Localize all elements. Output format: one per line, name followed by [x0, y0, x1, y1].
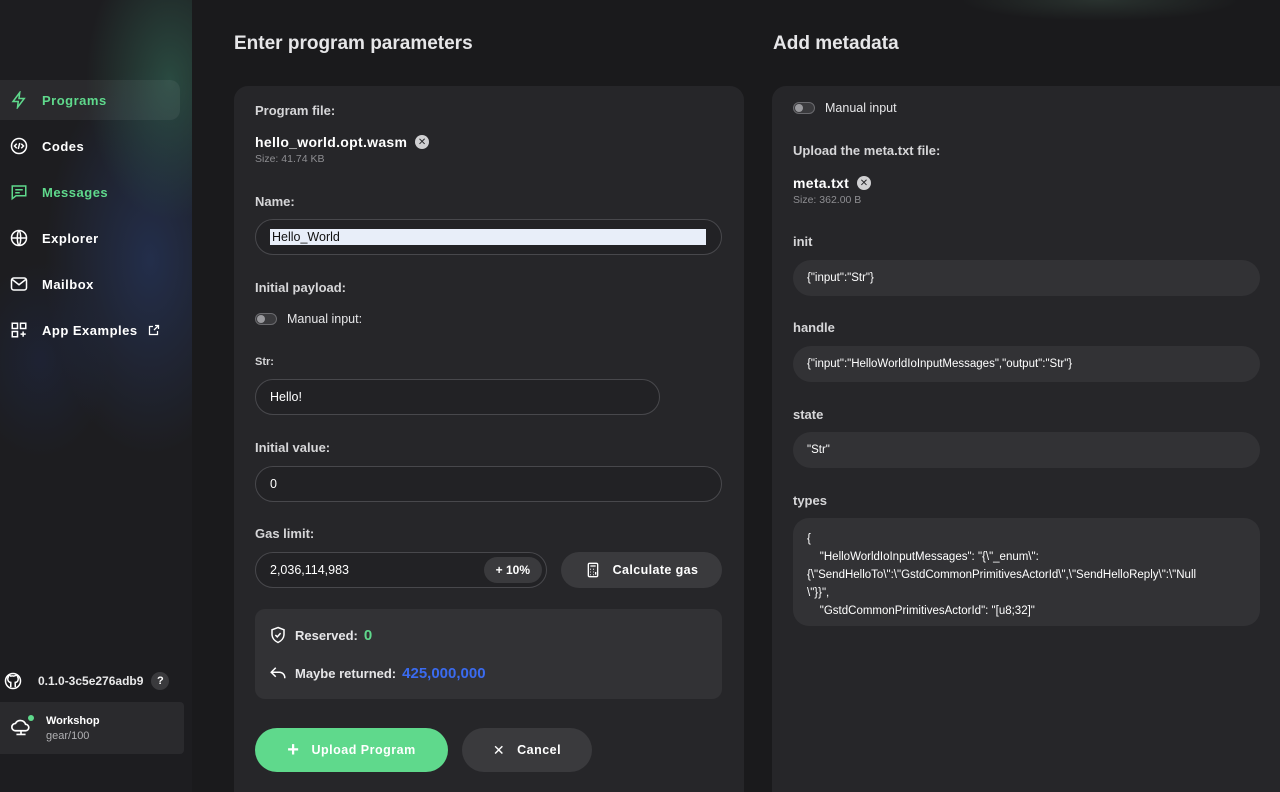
maybe-returned-row: Maybe returned: 425,000,000: [269, 664, 486, 682]
sidebar-item-label: Mailbox: [42, 276, 94, 292]
init-label: init: [793, 234, 813, 249]
metadata-title: Add metadata: [773, 33, 899, 54]
sidebar: Programs Codes Messages Explorer Mailbox…: [0, 0, 192, 792]
reserved-row: Reserved: 0: [269, 626, 372, 644]
meta-file-name: meta.txt ✕: [793, 175, 872, 191]
sidebar-item-programs[interactable]: Programs: [0, 80, 180, 120]
gas-plus-10-button[interactable]: + 10%: [483, 557, 542, 583]
name-field[interactable]: [255, 219, 722, 255]
calculate-gas-button[interactable]: Calculate gas: [561, 552, 722, 588]
program-file-size: Size: 41.74 KB: [255, 153, 325, 165]
types-field: { "HelloWorldIoInputMessages": "{\"_enum…: [793, 518, 1260, 626]
mail-icon: [10, 275, 28, 293]
version-info: 0.1.0-3c5e276adb9 ?: [4, 672, 170, 690]
sidebar-item-codes[interactable]: Codes: [0, 126, 180, 166]
github-icon[interactable]: [4, 672, 22, 690]
sidebar-item-label: Messages: [42, 184, 109, 200]
node-selector[interactable]: Workshop gear/100: [0, 702, 184, 754]
toggle-label: Manual input:: [287, 312, 363, 326]
name-label: Name:: [255, 194, 295, 209]
metadata-panel: Manual input Upload the meta.txt file: m…: [772, 86, 1280, 792]
toggle-knob: [795, 104, 803, 112]
initial-value-input[interactable]: [270, 477, 721, 491]
remove-meta-file-icon[interactable]: ✕: [857, 176, 872, 190]
program-file-name-text: hello_world.opt.wasm: [255, 134, 408, 150]
shield-check-icon: [269, 626, 287, 644]
payload-manual-input-toggle[interactable]: Manual input:: [255, 312, 362, 326]
app-root: Programs Codes Messages Explorer Mailbox…: [0, 0, 1280, 792]
sidebar-item-label: Explorer: [42, 230, 99, 246]
initial-value-label: Initial value:: [255, 440, 331, 455]
globe-icon: [10, 229, 28, 247]
toggle-switch[interactable]: [793, 102, 815, 114]
program-file-label: Program file:: [255, 103, 336, 118]
sidebar-nav: Programs Codes Messages Explorer Mailbox…: [0, 80, 180, 356]
close-icon: ✕: [492, 741, 506, 758]
init-field: {"input":"Str"}: [793, 260, 1260, 296]
reserved-value: 0: [363, 626, 373, 644]
node-address: gear/100: [46, 729, 90, 742]
reserved-label: Reserved:: [295, 627, 358, 643]
apps-icon: [10, 321, 28, 339]
meta-file-size: Size: 362.00 B: [793, 194, 862, 206]
program-params-panel: Program file: hello_world.opt.wasm ✕ Siz…: [234, 86, 744, 792]
types-label: types: [793, 493, 827, 508]
help-button[interactable]: ?: [151, 672, 170, 690]
program-params-title: Enter program parameters: [234, 33, 473, 54]
meta-file-name-text: meta.txt: [793, 175, 850, 191]
sidebar-item-label: Programs: [42, 92, 107, 108]
sidebar-item-mailbox[interactable]: Mailbox: [0, 264, 180, 304]
handle-label: handle: [793, 320, 835, 335]
sidebar-item-explorer[interactable]: Explorer: [0, 218, 180, 258]
upload-meta-label: Upload the meta.txt file:: [793, 143, 941, 158]
toggle-switch[interactable]: [255, 313, 277, 325]
handle-field: {"input":"HelloWorldIoInputMessages","ou…: [793, 346, 1260, 382]
plus-icon: +: [287, 738, 300, 761]
sidebar-item-app-examples[interactable]: App Examples: [0, 310, 180, 350]
str-field[interactable]: [255, 379, 660, 415]
message-icon: [10, 183, 28, 201]
version-text: 0.1.0-3c5e276adb9: [38, 674, 144, 688]
toggle-knob: [257, 315, 265, 323]
node-status-dot: [28, 715, 34, 721]
str-label: Str:: [255, 356, 274, 368]
upload-program-label: Upload Program: [311, 743, 416, 757]
initial-value-field[interactable]: [255, 466, 722, 502]
external-link-icon: [148, 324, 160, 336]
upload-program-button[interactable]: + Upload Program: [255, 728, 448, 772]
toggle-label: Manual input: [825, 101, 897, 115]
program-file-name: hello_world.opt.wasm ✕: [255, 134, 430, 150]
gas-summary-box: Reserved: 0 Maybe returned: 425,000,000: [255, 609, 722, 699]
cancel-button[interactable]: ✕ Cancel: [462, 728, 592, 772]
maybe-returned-label: Maybe returned:: [295, 665, 397, 681]
remove-file-icon[interactable]: ✕: [415, 135, 430, 149]
state-label: state: [793, 407, 824, 422]
calculator-icon: [585, 562, 601, 578]
sidebar-item-messages[interactable]: Messages: [0, 172, 180, 212]
state-field: "Str": [793, 432, 1260, 468]
return-arrow-icon: [269, 664, 287, 682]
top-glow: [900, 0, 1280, 40]
node-name: Workshop: [46, 714, 100, 727]
bolt-icon: [10, 91, 28, 109]
code-icon: [10, 137, 28, 155]
initial-payload-label: Initial payload:: [255, 280, 347, 295]
sidebar-item-label: Codes: [42, 138, 85, 154]
sidebar-item-label: App Examples: [42, 322, 138, 338]
gas-limit-field[interactable]: + 10%: [255, 552, 547, 588]
calculate-gas-label: Calculate gas: [612, 563, 699, 577]
gas-limit-label: Gas limit:: [255, 526, 315, 541]
node-icon: [10, 715, 34, 739]
str-input[interactable]: [270, 390, 659, 404]
cancel-label: Cancel: [517, 743, 562, 757]
name-input[interactable]: [270, 229, 706, 245]
meta-manual-input-toggle[interactable]: Manual input: [793, 101, 897, 115]
maybe-returned-value: 425,000,000: [402, 664, 486, 682]
